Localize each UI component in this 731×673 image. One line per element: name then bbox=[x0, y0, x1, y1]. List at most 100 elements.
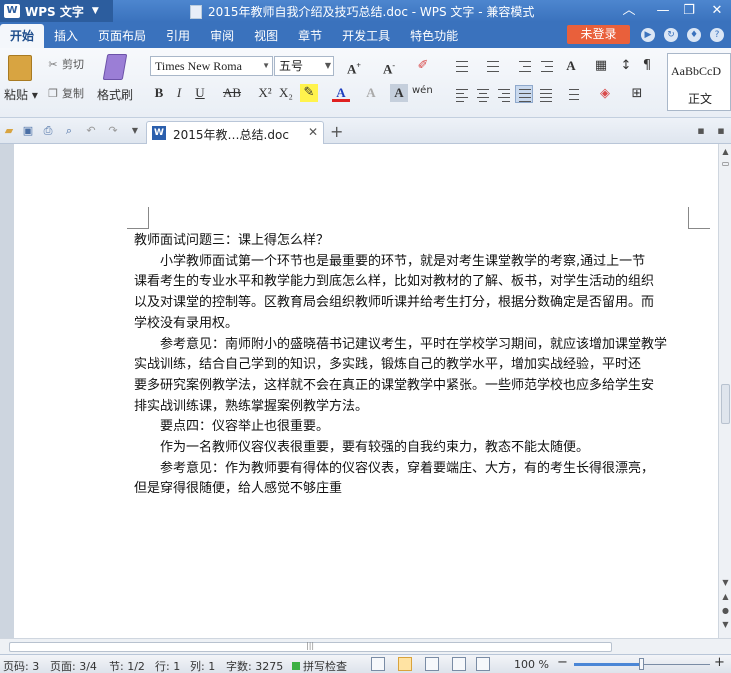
close-button[interactable]: ✕ bbox=[705, 2, 729, 20]
minimize-button[interactable]: — bbox=[651, 2, 675, 20]
highlight-icon[interactable]: ✎ bbox=[300, 84, 318, 102]
customize-toolbar-icon[interactable]: ▼ bbox=[128, 124, 142, 138]
style-sample: AaBbCcD bbox=[671, 64, 721, 78]
horizontal-scroll-thumb[interactable]: ||| bbox=[9, 641, 612, 652]
font-size-select[interactable]: 五号 ▼ bbox=[274, 56, 334, 76]
strikethrough-icon[interactable]: AB bbox=[220, 84, 244, 102]
line-spacing-icon[interactable] bbox=[563, 85, 581, 103]
tab-insert[interactable]: 插入 bbox=[44, 24, 88, 48]
increase-indent-icon[interactable] bbox=[538, 57, 556, 75]
scroll-up-icon[interactable]: ▲ bbox=[720, 146, 731, 158]
align-left-icon[interactable] bbox=[453, 85, 471, 103]
horizontal-scrollbar[interactable]: ||| bbox=[0, 638, 731, 654]
undo-icon[interactable]: ↶ bbox=[84, 124, 98, 138]
print-icon[interactable]: ⎙ bbox=[41, 124, 55, 138]
status-bar: 页码: 3 页面: 3/4 节: 1/2 行: 1 列: 1 字数: 3275 … bbox=[0, 654, 731, 673]
open-folder-icon[interactable]: ▰ bbox=[2, 124, 16, 138]
shading-icon[interactable]: ◈ bbox=[596, 85, 614, 103]
document-body[interactable]: 教师面试问题三：课上得怎么样？ 小学教师面试第一个环节也是最重要的环节，就是对考… bbox=[134, 231, 690, 500]
web-view-icon[interactable] bbox=[452, 657, 466, 671]
share-icon[interactable]: ↻ bbox=[664, 28, 678, 42]
style-gallery[interactable]: AaBbCcD 正文 bbox=[667, 53, 731, 111]
zoom-in-icon[interactable]: + bbox=[714, 655, 725, 670]
phonetic-guide-icon[interactable]: wén bbox=[412, 82, 433, 100]
vertical-scrollbar[interactable]: ▲ ▭ ▼ ▲ ● ▼ bbox=[718, 144, 731, 638]
login-button[interactable]: 未登录 bbox=[567, 25, 630, 44]
sort-icon[interactable]: ↕ bbox=[617, 57, 635, 75]
previous-page-icon[interactable]: ▲ bbox=[720, 591, 731, 603]
skin-icon[interactable]: ♦ bbox=[687, 28, 701, 42]
paste-button[interactable]: 粘贴 ▾ bbox=[4, 86, 38, 103]
print-preview-icon[interactable]: ⌕ bbox=[62, 124, 76, 138]
tab-list-icon[interactable]: ▪ bbox=[694, 124, 708, 138]
underline-icon[interactable]: U bbox=[191, 84, 209, 102]
spell-check-toggle[interactable]: 拼写检查 bbox=[292, 658, 347, 673]
show-marks-icon[interactable]: ¶ bbox=[638, 57, 656, 75]
tab-page-layout[interactable]: 页面布局 bbox=[88, 24, 156, 48]
zoom-slider-knob[interactable] bbox=[639, 658, 644, 670]
align-center-icon[interactable] bbox=[474, 85, 492, 103]
clear-format-icon[interactable]: ✐ bbox=[414, 57, 432, 75]
new-tab-icon[interactable]: + bbox=[330, 122, 343, 141]
vertical-scroll-thumb[interactable] bbox=[721, 384, 730, 424]
tab-home[interactable]: 开始 bbox=[0, 24, 45, 48]
bullets-icon[interactable] bbox=[453, 57, 471, 75]
copy-button[interactable]: ❐ 复制 bbox=[46, 85, 84, 103]
bold-icon[interactable]: B bbox=[150, 84, 168, 102]
document-line: 小学教师面试第一个环节也是最重要的环节，就是对考生课堂教学的考察,通过上一节 bbox=[160, 253, 646, 269]
tab-special-features[interactable]: 特色功能 bbox=[400, 24, 468, 48]
app-menu-button[interactable]: W WPS 文字 ▼ bbox=[0, 0, 113, 22]
distributed-align-icon[interactable] bbox=[537, 85, 555, 103]
paste-icon[interactable] bbox=[8, 55, 32, 81]
close-tab-icon[interactable]: ✕ bbox=[308, 125, 318, 139]
reading-view-icon[interactable] bbox=[476, 657, 490, 671]
format-painter-button[interactable]: 格式刷 bbox=[97, 86, 133, 103]
tab-developer[interactable]: 开发工具 bbox=[332, 24, 400, 48]
maximize-button[interactable]: ❐ bbox=[677, 2, 701, 20]
zoom-level[interactable]: 100 % bbox=[514, 658, 549, 671]
help-icon[interactable]: ? bbox=[710, 28, 724, 42]
italic-icon[interactable]: I bbox=[170, 84, 188, 102]
align-right-icon[interactable] bbox=[495, 85, 513, 103]
tab-references[interactable]: 引用 bbox=[156, 24, 200, 48]
justify-icon[interactable] bbox=[515, 85, 533, 103]
table-icon[interactable]: ▦ bbox=[592, 57, 610, 75]
document-page[interactable]: 教师面试问题三：课上得怎么样？ 小学教师面试第一个环节也是最重要的环节，就是对考… bbox=[14, 144, 718, 638]
tab-section[interactable]: 章节 bbox=[288, 24, 332, 48]
zoom-slider[interactable] bbox=[574, 658, 710, 670]
full-screen-view-icon[interactable] bbox=[371, 657, 385, 671]
wps-doc-icon: W bbox=[152, 126, 166, 140]
next-page-icon[interactable]: ▼ bbox=[720, 619, 731, 631]
font-color-icon[interactable]: A bbox=[332, 84, 350, 102]
outline-view-icon[interactable] bbox=[425, 657, 439, 671]
scroll-down-icon[interactable]: ▼ bbox=[720, 577, 731, 589]
document-line: 但是穿得很随便，给人感觉不够庄重 bbox=[134, 481, 343, 497]
play-icon[interactable]: ▶ bbox=[641, 28, 655, 42]
superscript-icon[interactable]: X² bbox=[256, 84, 274, 102]
shrink-font-icon[interactable]: A- bbox=[380, 57, 398, 76]
tab-view[interactable]: 视图 bbox=[244, 24, 288, 48]
document-tab[interactable]: W 2015年教…总结.doc ✕ bbox=[146, 121, 324, 144]
tab-options-icon[interactable]: ▪ bbox=[714, 124, 728, 138]
page-view-icon[interactable] bbox=[398, 657, 412, 671]
decrease-indent-icon[interactable] bbox=[516, 57, 534, 75]
format-painter-icon[interactable] bbox=[102, 54, 128, 80]
browse-object-icon[interactable]: ● bbox=[720, 605, 731, 617]
grow-font-icon[interactable]: A+ bbox=[345, 57, 363, 76]
char-shading-icon[interactable]: A bbox=[390, 84, 408, 102]
tab-review[interactable]: 审阅 bbox=[200, 24, 244, 48]
ruler-toggle-icon[interactable]: ▭ bbox=[720, 158, 731, 170]
save-icon[interactable]: ▣ bbox=[21, 124, 35, 138]
redo-icon[interactable]: ↷ bbox=[106, 124, 120, 138]
zoom-out-icon[interactable]: − bbox=[557, 655, 568, 670]
text-effect-icon[interactable]: A bbox=[362, 84, 380, 102]
cut-button[interactable]: ✂ 剪切 bbox=[46, 56, 84, 74]
subscript-icon[interactable]: X₂ bbox=[277, 84, 295, 102]
status-page[interactable]: 页面: 3/4 bbox=[50, 658, 97, 673]
font-family-select[interactable]: Times New Roma ▼ bbox=[150, 56, 273, 76]
change-case-icon[interactable]: A bbox=[562, 57, 580, 75]
status-word-count[interactable]: 字数: 3275 bbox=[226, 658, 283, 673]
borders-icon[interactable]: ⊞ bbox=[628, 85, 646, 103]
numbering-icon[interactable] bbox=[484, 57, 502, 75]
collapse-ribbon-icon[interactable]: ︿ bbox=[617, 2, 641, 20]
